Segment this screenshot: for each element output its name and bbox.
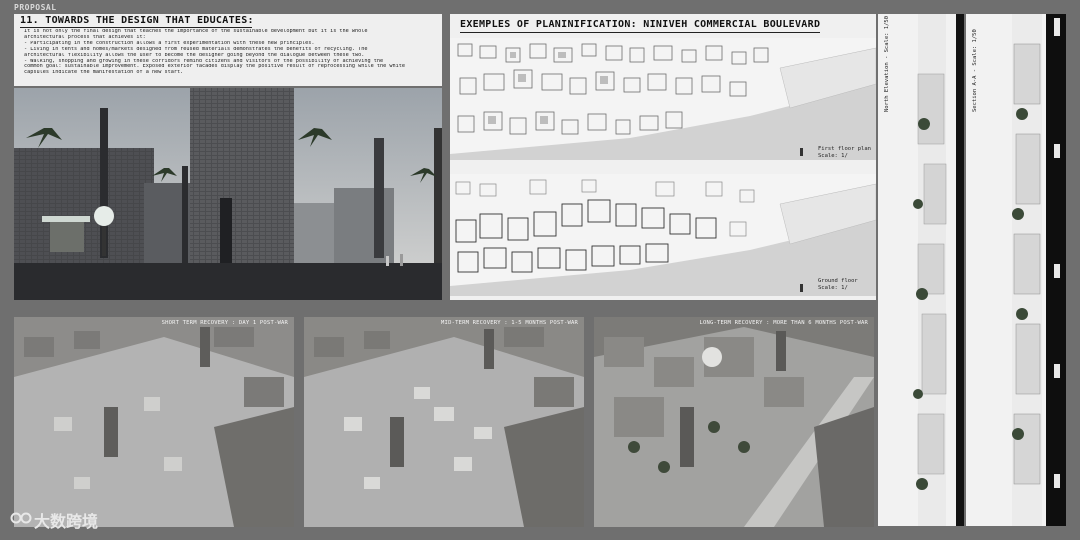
first-floor-scale: Scale: 1/ [818,153,848,159]
intro-title: 11. TOWARDS THE DESIGN THAT EDUCATES: [20,15,254,26]
plans-panel: EXEMPLES OF PLANINIFICATION: NINIVEH COM… [450,14,876,300]
stage-label: LONG-TERM RECOVERY : MORE THAN 6 MONTHS … [699,320,868,326]
aerial-render-long-term: LONG-TERM RECOVERY : MORE THAN 6 MONTHS … [594,317,874,527]
aerial-long-term-illustration [594,317,874,527]
stage-label: SHORT TERM RECOVERY : DAY 1 POST-WAR [161,320,288,326]
watermark-logo-icon [10,509,32,531]
aerial-render-short-term: SHORT TERM RECOVERY : DAY 1 POST-WAR [14,317,294,527]
intro-body: It is not only the final design that tea… [24,29,436,76]
intro-text-panel: 11. TOWARDS THE DESIGN THAT EDUCATES: It… [14,14,442,86]
logo-icon [10,512,32,524]
first-floor-name: First floor plan [818,146,871,152]
plans-title-underline [460,32,820,33]
street-render-image [14,88,442,300]
aerial-short-term-illustration [14,317,294,527]
section-dark-strip [1046,14,1066,526]
section-title: Section A-A - Scale: 1/50 [972,29,978,112]
elevation-title: North Elevation - Scale: 1/50 [884,15,890,112]
first-floor-plan-drawing [450,38,876,160]
watermark-text: 大数跨境 [34,512,99,531]
ground-floor-plan: Ground floor Scale: 1/ [450,174,876,296]
title-underline [20,27,252,28]
first-floor-plan: First floor plan Scale: 1/ [450,38,876,160]
aerial-render-mid-term: MID-TERM RECOVERY : 1-5 MONTHS POST-WAR [304,317,584,527]
ground-floor-plan-drawing [450,174,876,296]
section-aa-panel: Section A-A - Scale: 1/50 [966,14,1052,526]
aerial-mid-term-illustration [304,317,584,527]
ground-floor-scale: Scale: 1/ [818,285,848,291]
board-label: PROPOSAL [14,3,57,12]
section-strip-markers [1054,18,1060,488]
intro-line: capsules indicate the manifestation of a… [24,70,184,76]
ground-floor-caption: Ground floor Scale: 1/ [818,278,858,292]
street-render-illustration [14,88,442,300]
ground-floor-name: Ground floor [818,278,858,284]
first-floor-caption: First floor plan Scale: 1/ [818,146,871,160]
stage-label: MID-TERM RECOVERY : 1-5 MONTHS POST-WAR [441,320,578,326]
north-elevation-drawing [913,14,964,526]
section-aa-drawing [1012,14,1042,526]
plans-title: EXEMPLES OF PLANINIFICATION: NINIVEH COM… [460,19,821,30]
north-elevation-panel: North Elevation - Scale: 1/50 [878,14,964,526]
